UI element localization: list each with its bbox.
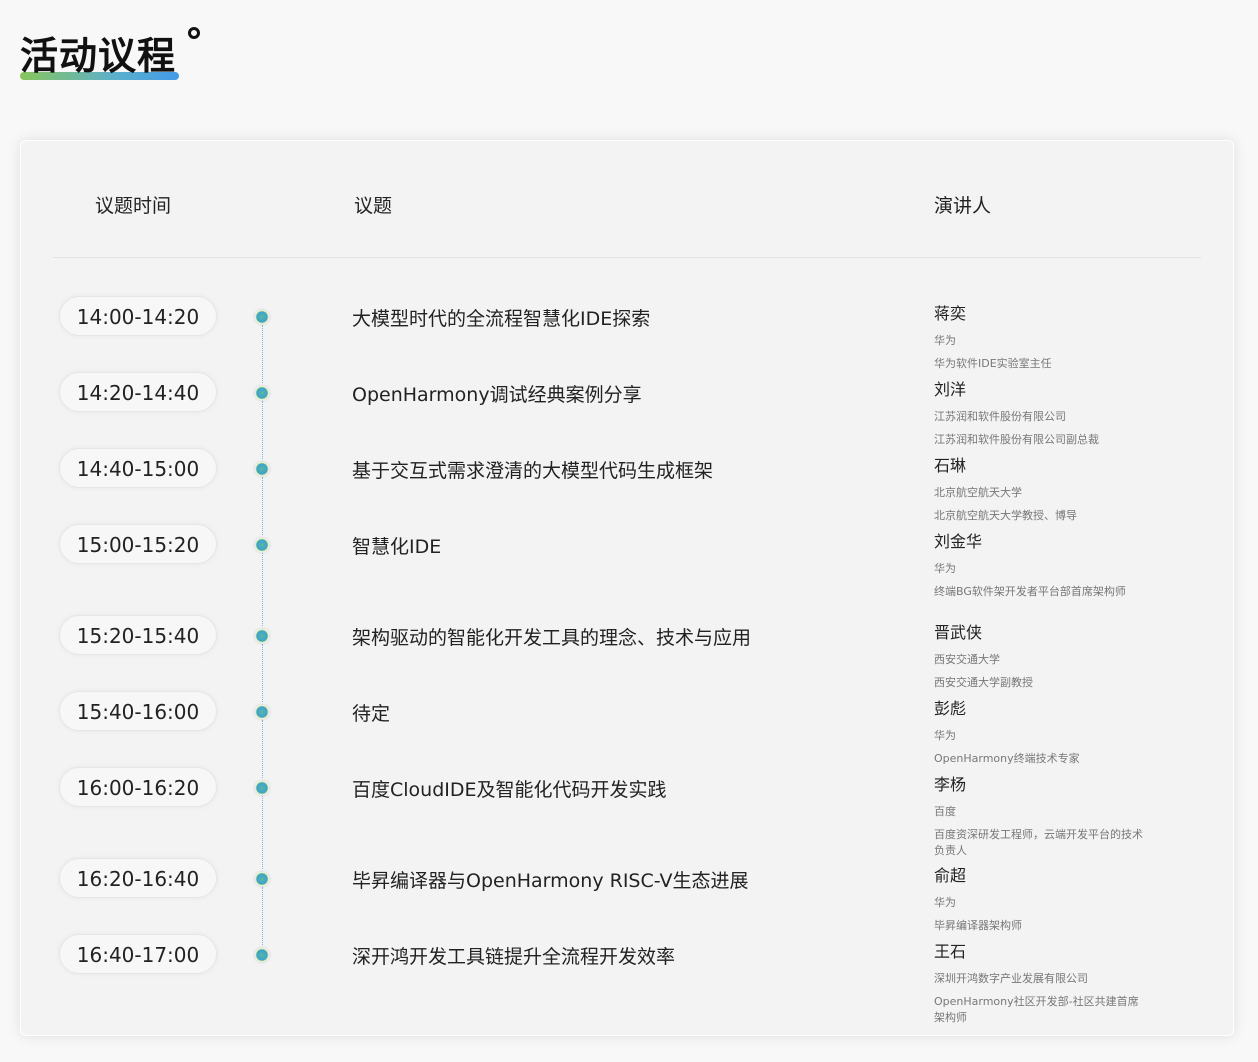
speaker-org: 华为 xyxy=(934,562,956,575)
speaker-info: 刘洋 江苏润和软件股份有限公司 江苏润和软件股份有限公司副总裁 xyxy=(934,380,1144,448)
topic-title: 毕昇编译器与OpenHarmony RISC-V生态进展 xyxy=(352,870,749,892)
title-circle-icon xyxy=(188,27,200,39)
header-topic: 议题 xyxy=(354,195,393,217)
timeline-dot-icon xyxy=(255,538,269,552)
time-pill: 14:00-14:20 xyxy=(59,296,217,336)
speaker-title: OpenHarmony社区开发部-社区共建首席架构师 xyxy=(934,995,1139,1024)
topic-title: 百度CloudIDE及智能化代码开发实践 xyxy=(352,779,667,801)
speaker-title: 华为软件IDE实验室主任 xyxy=(934,357,1052,370)
speaker-name: 刘洋 xyxy=(934,380,967,399)
timeline-connector xyxy=(262,325,263,383)
timeline-connector xyxy=(262,887,263,945)
speaker-info: 刘金华 华为 终端BG软件架开发者平台部首席架构师 xyxy=(934,532,1144,600)
time-pill: 15:20-15:40 xyxy=(59,615,217,655)
speaker-org: 华为 xyxy=(934,896,956,909)
speaker-name: 彭彪 xyxy=(934,699,967,718)
time-pill: 15:00-15:20 xyxy=(59,524,217,564)
time-pill: 14:40-15:00 xyxy=(59,448,217,488)
speaker-org: 江苏润和软件股份有限公司 xyxy=(934,410,1066,423)
timeline-dot-icon xyxy=(255,629,269,643)
speaker-org: 北京航空航天大学 xyxy=(934,486,1022,499)
timeline-connector xyxy=(262,720,263,778)
speaker-name: 蒋奕 xyxy=(934,304,967,323)
speaker-name: 晋武侠 xyxy=(934,623,983,642)
timeline-dot-icon xyxy=(255,386,269,400)
speaker-info: 彭彪 华为 OpenHarmony终端技术专家 xyxy=(934,699,1144,767)
speaker-name: 李杨 xyxy=(934,775,967,794)
topic-title: 深开鸿开发工具链提升全流程开发效率 xyxy=(352,946,676,968)
timeline-connector xyxy=(262,796,263,869)
header-divider xyxy=(53,257,1201,258)
speaker-org: 西安交通大学 xyxy=(934,653,1000,666)
speaker-org: 华为 xyxy=(934,729,956,742)
timeline-connector xyxy=(262,477,263,535)
speaker-name: 王石 xyxy=(934,942,967,961)
time-pill: 16:00-16:20 xyxy=(59,767,217,807)
speaker-name: 石琳 xyxy=(934,456,967,475)
time-pill: 16:40-17:00 xyxy=(59,934,217,974)
speaker-info: 晋武侠 西安交通大学 西安交通大学副教授 xyxy=(934,623,1144,691)
speaker-info: 蒋奕 华为 华为软件IDE实验室主任 xyxy=(934,304,1144,372)
timeline-dot-icon xyxy=(255,948,269,962)
topic-title: 架构驱动的智能化开发工具的理念、技术与应用 xyxy=(352,627,752,649)
time-pill: 14:20-14:40 xyxy=(59,372,217,412)
speaker-info: 俞超 华为 毕昇编译器架构师 xyxy=(934,866,1144,934)
time-pill: 15:40-16:00 xyxy=(59,691,217,731)
timeline-dot-icon xyxy=(255,462,269,476)
time-pill: 16:20-16:40 xyxy=(59,858,217,898)
speaker-title: OpenHarmony终端技术专家 xyxy=(934,752,1080,765)
speaker-title: 毕昇编译器架构师 xyxy=(934,919,1022,932)
timeline-connector xyxy=(262,553,263,626)
page-title: 活动议程 xyxy=(20,34,177,78)
speaker-org: 百度 xyxy=(934,805,956,818)
topic-title: 智慧化IDE xyxy=(352,536,442,558)
speaker-org: 华为 xyxy=(934,334,956,347)
speaker-title: 百度资深研发工程师，云端开发平台的技术负责人 xyxy=(934,828,1143,857)
topic-title: 待定 xyxy=(352,703,391,725)
header-time: 议题时间 xyxy=(95,195,172,217)
speaker-title: 江苏润和软件股份有限公司副总裁 xyxy=(934,433,1099,446)
topic-title: 大模型时代的全流程智慧化IDE探索 xyxy=(352,308,651,330)
speaker-title: 北京航空航天大学教授、博导 xyxy=(934,509,1077,522)
topic-title: OpenHarmony调试经典案例分享 xyxy=(352,384,642,406)
speaker-info: 石琳 北京航空航天大学 北京航空航天大学教授、博导 xyxy=(934,456,1144,524)
agenda-card: 议题时间 议题 演讲人 14:00-14:20 大模型时代的全流程智慧化IDE探… xyxy=(20,140,1234,1036)
timeline-connector xyxy=(262,644,263,702)
speaker-org: 深圳开鸿数字产业发展有限公司 xyxy=(934,972,1088,985)
header-speaker: 演讲人 xyxy=(934,195,992,217)
speaker-name: 刘金华 xyxy=(934,532,983,551)
speaker-name: 俞超 xyxy=(934,866,967,885)
speaker-title: 终端BG软件架开发者平台部首席架构师 xyxy=(934,585,1126,598)
topic-title: 基于交互式需求澄清的大模型代码生成框架 xyxy=(352,460,714,482)
timeline-connector xyxy=(262,401,263,459)
timeline-dot-icon xyxy=(255,781,269,795)
speaker-info: 李杨 百度 百度资深研发工程师，云端开发平台的技术负责人 xyxy=(934,775,1144,859)
timeline-dot-icon xyxy=(255,872,269,886)
timeline-dot-icon xyxy=(255,705,269,719)
timeline-dot-icon xyxy=(255,310,269,324)
speaker-title: 西安交通大学副教授 xyxy=(934,676,1033,689)
speaker-info: 王石 深圳开鸿数字产业发展有限公司 OpenHarmony社区开发部-社区共建首… xyxy=(934,942,1144,1026)
